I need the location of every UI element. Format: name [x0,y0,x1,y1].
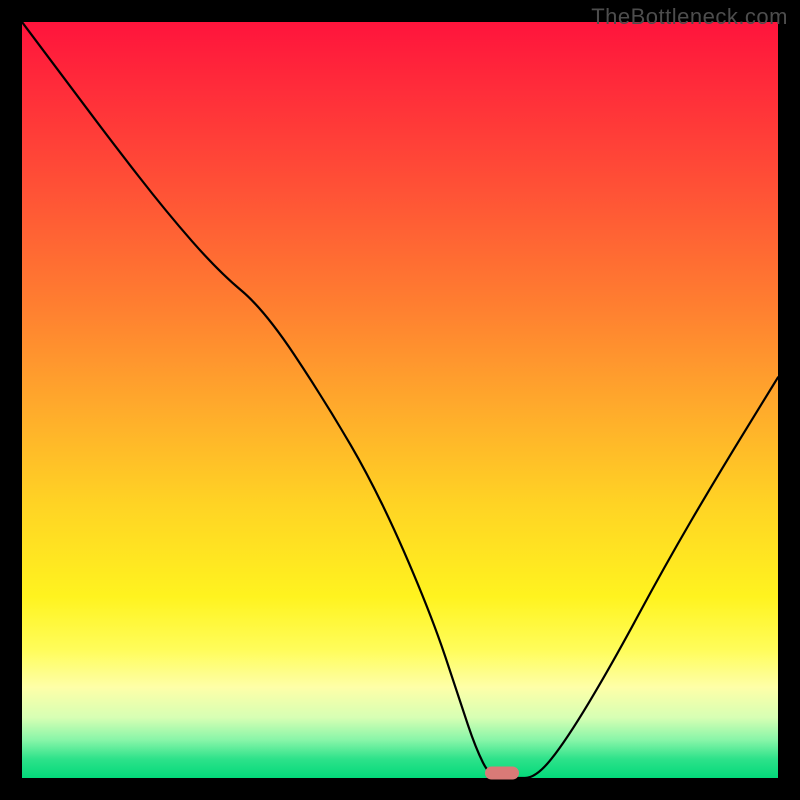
bottleneck-curve [22,22,778,778]
chart-frame: TheBottleneck.com [0,0,800,800]
optimal-marker [485,767,519,780]
curve-layer [22,22,778,778]
plot-area [22,22,778,778]
watermark-text: TheBottleneck.com [591,4,788,30]
